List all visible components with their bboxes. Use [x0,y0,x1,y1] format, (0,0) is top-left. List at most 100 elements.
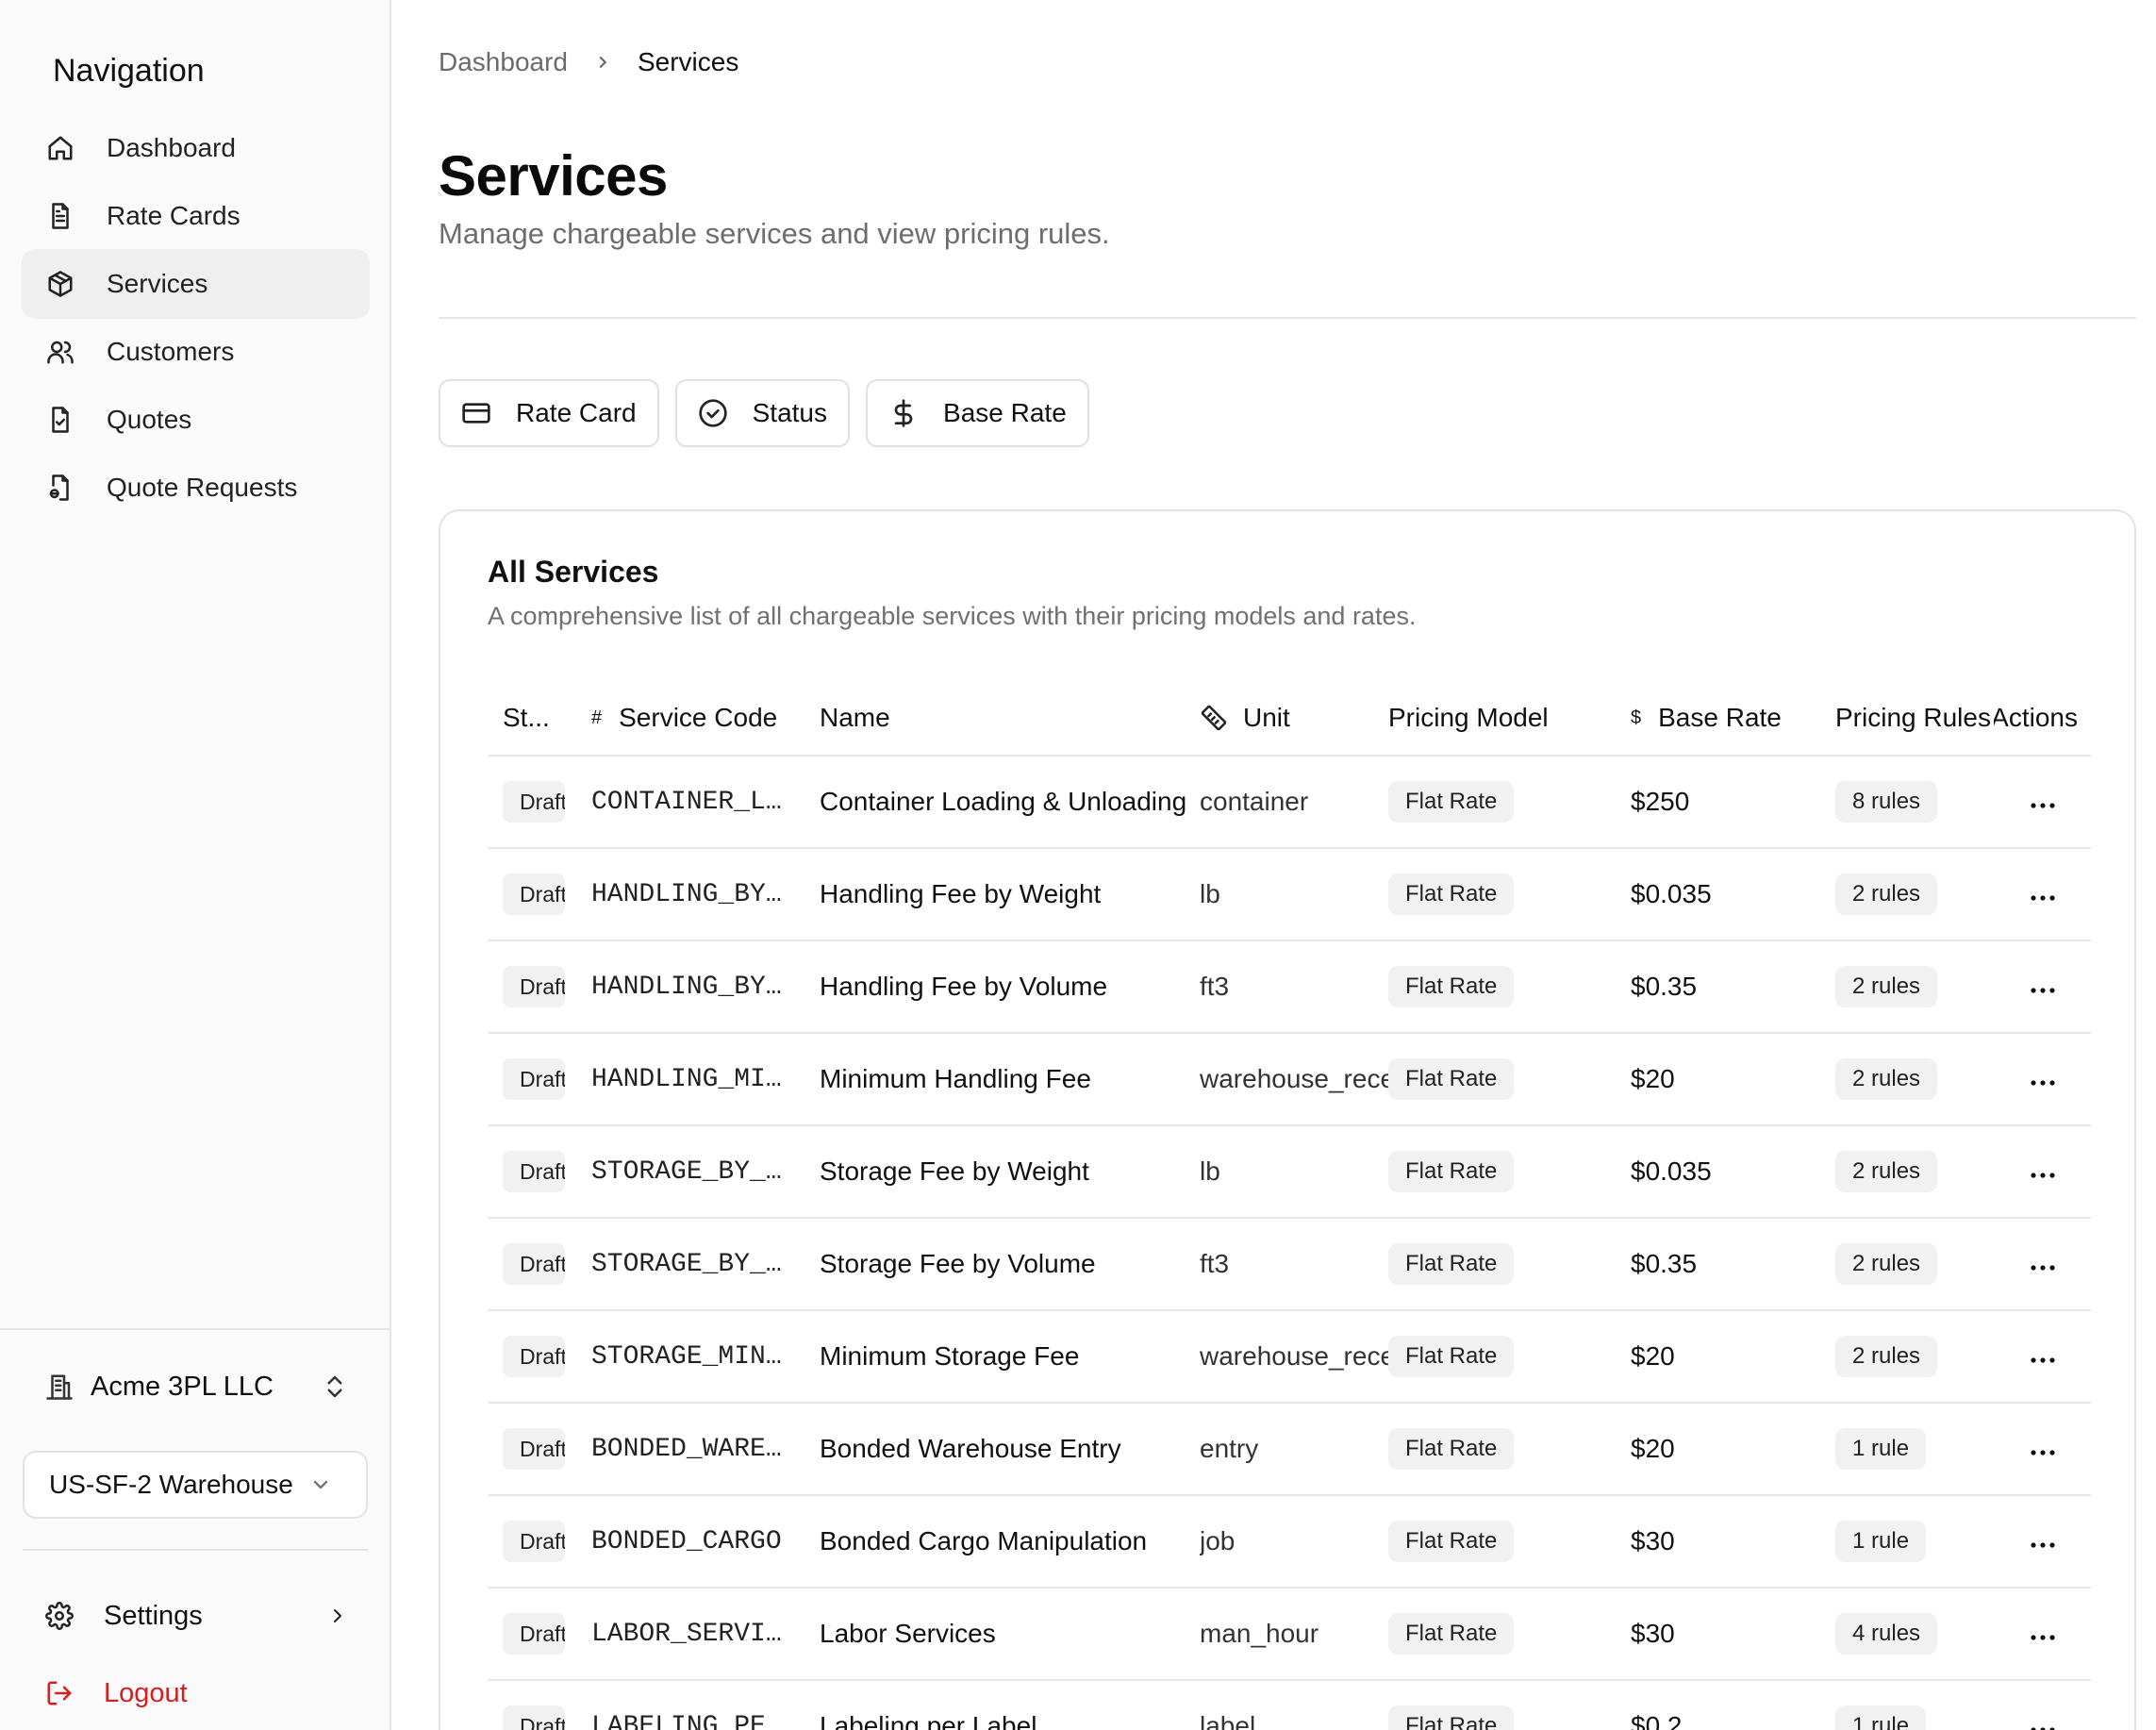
pricing-model-cell: Flat Rate [1388,873,1631,915]
chevron-down-icon [309,1473,332,1496]
logout-icon [45,1679,74,1707]
service-code: STORAGE_BY_VOLUME [591,1249,791,1279]
more-horizontal-icon[interactable] [2030,1064,2056,1094]
sidebar-item-quotes[interactable]: Quotes [22,385,370,455]
table-row[interactable]: Draft BONDED_WAREHOUSE Bonded Warehouse En… [488,1404,2091,1496]
base-rate-value: $0.2 [1631,1711,1683,1730]
table-row[interactable]: Draft LABELING_PER_LABEL Labeling per Labe… [488,1681,2091,1730]
service-unit: job [1200,1526,1236,1555]
table-row[interactable]: Draft CONTAINER_LOADING Container Loading … [488,757,2091,849]
pricing-rules-badge[interactable]: 1 rule [1835,1428,1927,1470]
pricing-rules-badge[interactable]: 2 rules [1835,1151,1938,1192]
service-name[interactable]: Labeling per Label [820,1711,1187,1730]
more-horizontal-icon[interactable] [2030,1341,2056,1372]
column-header-base-rate[interactable]: $ Base Rate [1631,703,1835,733]
organization-switcher[interactable]: Acme 3PL LLC [45,1365,349,1408]
service-name[interactable]: Container Loading & Unloading [820,787,1187,817]
sidebar-item-quote-requests[interactable]: Quote Requests [22,453,370,523]
pricing-model-cell: Flat Rate [1388,1243,1631,1285]
table-row[interactable]: Draft LABOR_SERVICES Labor Services man_hou… [488,1589,2091,1681]
service-name[interactable]: Storage Fee by Weight [820,1156,1187,1187]
sidebar-title: Navigation [53,53,205,89]
gear-icon [45,1602,74,1630]
file-text-icon [44,200,76,232]
table-row[interactable]: Draft HANDLING_MINIMUM Minimum Handling Fe… [488,1034,2091,1126]
settings-button[interactable]: Settings [45,1594,349,1638]
status-filter-button[interactable]: Status [674,379,851,447]
pricing-rules-cell: 1 rule [1835,1428,1994,1470]
status-cell: Draft [488,1243,591,1285]
base-rate-value: $30 [1631,1619,1675,1648]
sidebar-divider [23,1549,368,1551]
rate-card-filter-button[interactable]: Rate Card [439,379,659,447]
more-horizontal-icon[interactable] [2030,1156,2056,1187]
column-header-service-code[interactable]: # Service Code [591,703,820,733]
base-rate-filter-button[interactable]: Base Rate [866,379,1089,447]
column-header-unit[interactable]: Unit [1200,703,1388,733]
more-horizontal-icon[interactable] [2030,1434,2056,1464]
more-horizontal-icon[interactable] [2030,1526,2056,1556]
pricing-rules-badge[interactable]: 2 rules [1835,1336,1938,1377]
table-row[interactable]: Draft BONDED_CARGO Bonded Cargo Manipulati… [488,1496,2091,1589]
pricing-rules-cell: 2 rules [1835,1243,1994,1285]
page-subtitle: Manage chargeable services and view pric… [439,217,1110,250]
service-name[interactable]: Minimum Storage Fee [820,1341,1187,1372]
service-code: STORAGE_MINIMUM [591,1341,791,1372]
pricing-model-badge: Flat Rate [1388,1428,1515,1470]
service-name[interactable]: Handling Fee by Weight [820,879,1187,909]
sidebar-item-dashboard[interactable]: Dashboard [22,113,370,183]
sidebar-item-rate-cards[interactable]: Rate Cards [22,181,370,251]
sidebar-item-customers[interactable]: Customers [22,317,370,387]
unit-cell: ft3 [1200,1249,1388,1279]
table-row[interactable]: Draft HANDLING_BY_VOLUME Handling Fee by V… [488,941,2091,1034]
logout-button[interactable]: Logout [45,1672,188,1715]
pricing-rules-badge[interactable]: 1 rule [1835,1705,1927,1730]
pricing-rules-badge[interactable]: 4 rules [1835,1613,1938,1655]
pricing-model-badge: Flat Rate [1388,873,1515,915]
more-horizontal-icon[interactable] [2030,972,2056,1002]
service-unit: container [1200,787,1309,816]
breadcrumb-dashboard-link[interactable]: Dashboard [439,47,568,77]
column-header-name[interactable]: Name [820,703,1200,733]
pricing-model-badge: Flat Rate [1388,1613,1515,1655]
base-rate-value: $0.35 [1631,1249,1698,1278]
service-name[interactable]: Labor Services [820,1619,1187,1649]
column-header-status[interactable]: St... [488,703,591,733]
pricing-rules-cell: 1 rule [1835,1705,1994,1730]
table-row[interactable]: Draft STORAGE_BY_WEIGHT Storage Fee by Wei… [488,1126,2091,1219]
more-horizontal-icon[interactable] [2030,1619,2056,1649]
more-horizontal-icon[interactable] [2030,1711,2056,1730]
service-name[interactable]: Minimum Handling Fee [820,1064,1187,1094]
pricing-rules-badge[interactable]: 2 rules [1835,1058,1938,1100]
pricing-rules-badge[interactable]: 2 rules [1835,873,1938,915]
service-name[interactable]: Handling Fee by Volume [820,972,1187,1002]
table-row[interactable]: Draft HANDLING_BY_WEIGHT Handling Fee by W… [488,849,2091,941]
more-horizontal-icon[interactable] [2030,1249,2056,1279]
more-horizontal-icon[interactable] [2030,787,2056,817]
actions-cell [1994,1526,2091,1556]
column-header-pricing-model[interactable]: Pricing Model [1388,703,1631,733]
warehouse-select[interactable]: US-SF-2 Warehouse [23,1451,368,1519]
service-name[interactable]: Bonded Cargo Manipulation [820,1526,1187,1556]
service-code: HANDLING_MINIMUM [591,1064,791,1094]
service-code-cell: CONTAINER_LOADING [591,788,820,817]
pricing-rules-badge[interactable]: 2 rules [1835,1243,1938,1285]
pricing-model-cell: Flat Rate [1388,1705,1631,1730]
table-row[interactable]: Draft STORAGE_BY_VOLUME Storage Fee by Vol… [488,1219,2091,1311]
base-rate-cell: $20 [1631,1434,1835,1464]
filter-bar: Rate Card Status Base Rate [439,379,1089,447]
table-row[interactable]: Draft STORAGE_MINIMUM Minimum Storage Fee w… [488,1311,2091,1404]
service-code: HANDLING_BY_VOLUME [591,972,791,1002]
page-title: Services [439,144,668,208]
pricing-model-cell: Flat Rate [1388,1336,1631,1377]
status-cell: Draft [488,1336,591,1377]
pricing-rules-badge[interactable]: 1 rule [1835,1521,1927,1562]
pricing-rules-badge[interactable]: 2 rules [1835,966,1938,1007]
column-header-pricing-rules[interactable]: Pricing Rules [1835,703,1994,733]
actions-cell [1994,1434,2091,1464]
more-horizontal-icon[interactable] [2030,879,2056,909]
service-name[interactable]: Bonded Warehouse Entry [820,1434,1187,1464]
pricing-rules-badge[interactable]: 8 rules [1835,781,1938,823]
sidebar-item-services[interactable]: Services [22,249,370,319]
service-name[interactable]: Storage Fee by Volume [820,1249,1187,1279]
